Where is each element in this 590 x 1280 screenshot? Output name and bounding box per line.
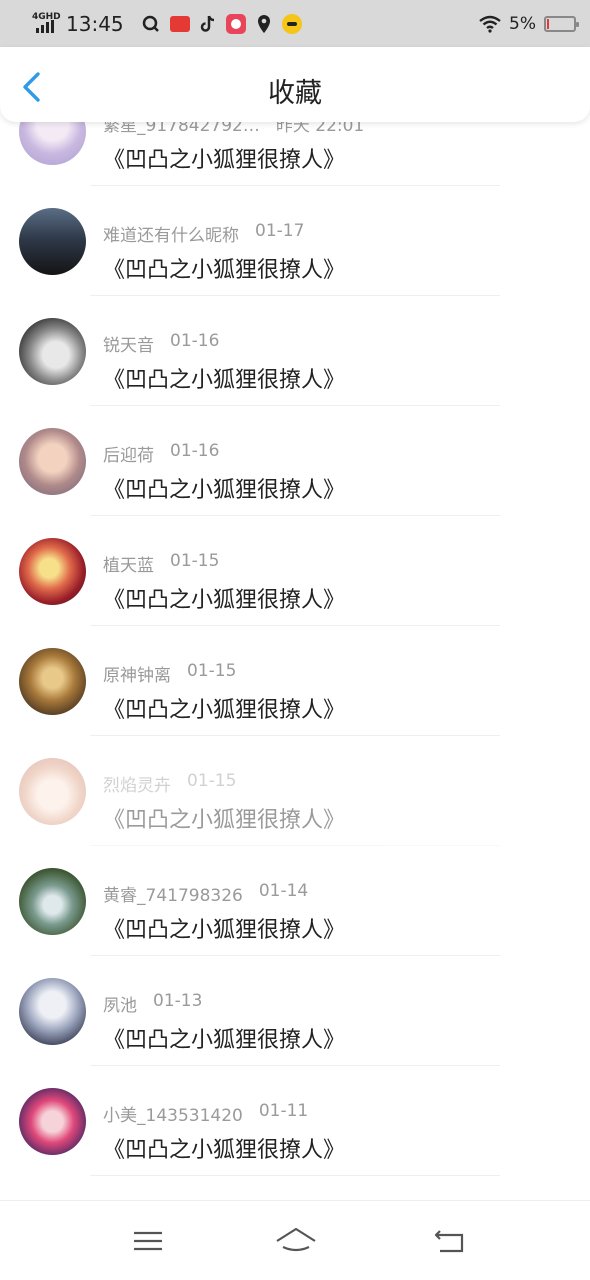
tiktok-icon [200, 15, 214, 32]
item-meta: 小美_143531420 01-11 [103, 1101, 308, 1126]
list-item[interactable]: 锐天音 01-16 《凹凸之小狐狸很撩人》 [0, 296, 590, 406]
user-name[interactable]: 小美_143531420 [103, 1101, 243, 1126]
shopping-app-icon [225, 13, 246, 34]
user-name[interactable]: 难道还有什么昵称 [103, 221, 239, 246]
item-meta: 后迎荷 01-16 [103, 441, 219, 466]
wifi-icon [479, 15, 501, 33]
back-nav-icon[interactable] [430, 1225, 470, 1257]
divider [90, 1175, 500, 1176]
item-meta: 烈焰灵卉 01-15 [103, 771, 236, 796]
signal-icon [36, 19, 54, 33]
item-title[interactable]: 《凹凸之小狐狸很撩人》 [103, 472, 345, 504]
avatar[interactable] [19, 1088, 86, 1155]
notification-icons [142, 13, 302, 34]
list-item[interactable]: 原神钟离 01-15 《凹凸之小狐狸很撩人》 [0, 626, 590, 736]
avatar[interactable] [19, 868, 86, 935]
user-name[interactable]: 黄睿_741798326 [103, 881, 243, 906]
item-date: 01-16 [170, 331, 220, 351]
video-app-icon [169, 15, 190, 32]
item-title[interactable]: 《凹凸之小狐狸很撩人》 [103, 142, 345, 174]
item-meta: 夙池 01-13 [103, 991, 202, 1016]
item-date: 01-17 [255, 221, 305, 241]
list-item[interactable]: 植天蓝 01-15 《凹凸之小狐狸很撩人》 [0, 516, 590, 626]
item-meta: 难道还有什么昵称 01-17 [103, 221, 304, 246]
status-right: 5% [479, 13, 579, 34]
item-title[interactable]: 《凹凸之小狐狸很撩人》 [103, 912, 345, 944]
item-date: 01-11 [258, 1101, 309, 1121]
item-meta: 植天蓝 01-15 [103, 551, 219, 576]
user-name[interactable]: 锐天音 [103, 331, 154, 356]
item-date: 01-13 [153, 991, 203, 1011]
avatar[interactable] [19, 648, 86, 715]
item-date: 01-15 [170, 551, 220, 571]
item-title[interactable]: 《凹凸之小狐狸很撩人》 [103, 582, 345, 614]
list-item[interactable]: 小美_143531420 01-11 《凹凸之小狐狸很撩人》 [0, 1066, 590, 1176]
user-name[interactable]: 原神钟离 [103, 661, 171, 686]
item-meta: 原神钟离 01-15 [103, 661, 236, 686]
status-left: 4GHD 13:45 [32, 12, 302, 36]
network-indicator: 4GHD [32, 12, 61, 35]
favorites-list: 繁星_917842792… 昨天 22:01 《凹凸之小狐狸很撩人》 难道还有什… [0, 98, 590, 1200]
emoji-app-icon [281, 13, 302, 34]
list-item[interactable]: 烈焰灵卉 01-15 《凹凸之小狐狸很撩人》 [0, 736, 590, 846]
item-title[interactable]: 《凹凸之小狐狸很撩人》 [103, 692, 345, 724]
item-title[interactable]: 《凹凸之小狐狸很撩人》 [103, 1132, 345, 1164]
home-icon[interactable] [275, 1225, 317, 1257]
item-meta: 黄睿_741798326 01-14 [103, 881, 308, 906]
menu-icon[interactable] [128, 1225, 168, 1257]
user-name[interactable]: 夙池 [103, 991, 137, 1016]
item-title[interactable]: 《凹凸之小狐狸很撩人》 [103, 802, 345, 834]
avatar[interactable] [19, 978, 86, 1045]
header-bar: 收藏 [0, 47, 590, 122]
avatar[interactable] [19, 428, 86, 495]
avatar[interactable] [19, 208, 86, 275]
avatar[interactable] [19, 318, 86, 385]
clock: 13:45 [66, 11, 124, 36]
avatar[interactable] [19, 758, 86, 825]
list-item[interactable]: 难道还有什么昵称 01-17 《凹凸之小狐狸很撩人》 [0, 186, 590, 296]
item-date: 01-16 [170, 441, 220, 461]
user-name[interactable]: 后迎荷 [103, 441, 154, 466]
item-title[interactable]: 《凹凸之小狐狸很撩人》 [103, 252, 345, 284]
user-name[interactable]: 植天蓝 [103, 551, 154, 576]
q-app-icon [142, 15, 159, 32]
item-date: 01-15 [187, 661, 237, 681]
location-icon [257, 14, 270, 33]
avatar[interactable] [19, 538, 86, 605]
item-date: 01-15 [187, 771, 237, 791]
status-bar: 4GHD 13:45 5% [0, 0, 590, 47]
page-title: 收藏 [268, 78, 322, 109]
battery-percent: 5% [509, 13, 536, 34]
item-title[interactable]: 《凹凸之小狐狸很撩人》 [103, 362, 345, 394]
list-item[interactable]: 夙池 01-13 《凹凸之小狐狸很撩人》 [0, 956, 590, 1066]
list-item[interactable]: 黄睿_741798326 01-14 《凹凸之小狐狸很撩人》 [0, 846, 590, 956]
item-meta: 锐天音 01-16 [103, 331, 219, 356]
list-item[interactable]: 后迎荷 01-16 《凹凸之小狐狸很撩人》 [0, 406, 590, 516]
user-name[interactable]: 烈焰灵卉 [103, 771, 171, 796]
system-nav-bar [0, 1200, 590, 1280]
battery-icon [544, 15, 579, 32]
item-title[interactable]: 《凹凸之小狐狸很撩人》 [103, 1022, 345, 1054]
item-date: 01-14 [258, 881, 309, 901]
